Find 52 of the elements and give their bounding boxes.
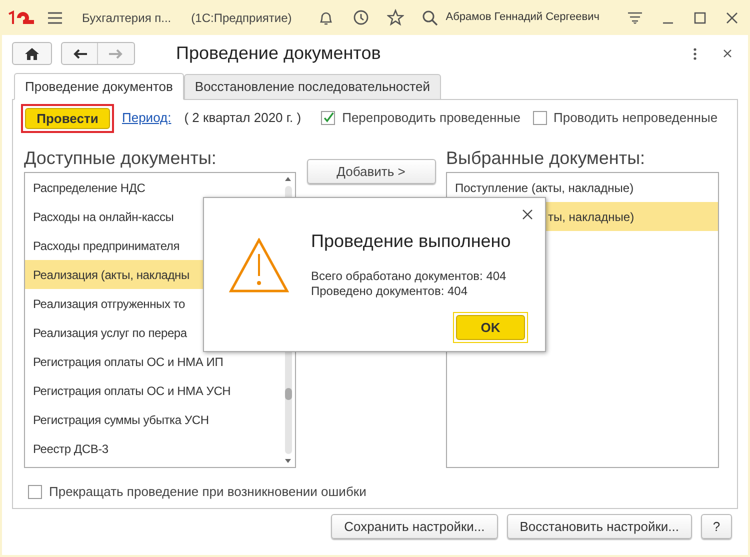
- home-button[interactable]: [12, 42, 52, 65]
- back-arrow-icon: [72, 48, 86, 58]
- help-button[interactable]: ?: [701, 514, 732, 539]
- history-icon[interactable]: [352, 9, 369, 26]
- list-item[interactable]: Регистрация оплаты ОС и НМА ИП: [25, 347, 281, 376]
- list-item[interactable]: Регистрация оплаты ОС и НМА УСН: [25, 376, 281, 405]
- period-link[interactable]: Период:: [122, 108, 172, 128]
- star-icon[interactable]: [386, 9, 404, 26]
- list-item[interactable]: Поступление (акты, накладные): [447, 173, 718, 202]
- checkbox-label: Перепроводить проведенные: [342, 109, 520, 128]
- close-icon[interactable]: [522, 209, 533, 220]
- section-heading: Выбранные документы:: [446, 147, 646, 170]
- tab[interactable]: Проведение документов: [14, 73, 184, 100]
- checkbox-label: Прекращать проведение при возникновении ошибки: [49, 483, 366, 501]
- form-title: Проведение документов: [176, 42, 381, 65]
- filter-icon[interactable]: [628, 12, 642, 24]
- checkbox[interactable]: [532, 111, 546, 125]
- navigation-buttons[interactable]: [61, 42, 135, 65]
- app-title: Бухгалтерия п...: [82, 10, 172, 26]
- message-text: Проведено документов: 404: [311, 284, 469, 299]
- section-heading: Доступные документы:: [24, 147, 218, 170]
- home-icon: [25, 48, 39, 60]
- dialog-title: Проведение выполнено: [311, 230, 511, 253]
- add-button[interactable]: Добавить >: [306, 159, 436, 184]
- search-icon[interactable]: [422, 10, 438, 26]
- logo-icon: [6, 10, 36, 26]
- platform-label: (1С:Предприятие): [191, 10, 292, 26]
- footer-button[interactable]: Сохранить настройки...: [331, 514, 498, 539]
- footer-button[interactable]: Восстановить настройки...: [506, 514, 692, 539]
- close-icon[interactable]: [726, 12, 738, 24]
- more-icon[interactable]: [693, 48, 697, 60]
- list-item[interactable]: Реестр ДСВ-3: [25, 434, 281, 463]
- warning-icon: [229, 238, 289, 293]
- tab[interactable]: Восстановление последовательностей: [184, 74, 441, 100]
- list-item[interactable]: Распределение НДС: [25, 173, 281, 202]
- scroll-thumb[interactable]: [284, 388, 292, 400]
- list-item[interactable]: Регистрация суммы убытка УСН: [25, 405, 281, 434]
- scroll-down-icon[interactable]: [284, 458, 292, 464]
- bell-icon[interactable]: [318, 10, 334, 26]
- period-value: ( 2 квартал 2020 г. ): [184, 109, 302, 128]
- checkbox[interactable]: [28, 484, 42, 499]
- checkbox-label: Проводить непроведенные: [554, 109, 718, 128]
- message-text: Всего обработано документов: 404: [311, 269, 508, 284]
- run-button[interactable]: Провести: [25, 108, 110, 128]
- ok-button[interactable]: OK: [456, 315, 525, 340]
- close-icon[interactable]: [723, 49, 732, 58]
- menu-icon[interactable]: [48, 12, 62, 24]
- maximize-icon[interactable]: [694, 12, 706, 24]
- checkbox[interactable]: [321, 111, 336, 125]
- user-name: Абрамов Геннадий Сергеевич: [446, 10, 600, 26]
- forward-arrow-icon: [109, 48, 123, 58]
- scroll-up-icon[interactable]: [284, 176, 292, 182]
